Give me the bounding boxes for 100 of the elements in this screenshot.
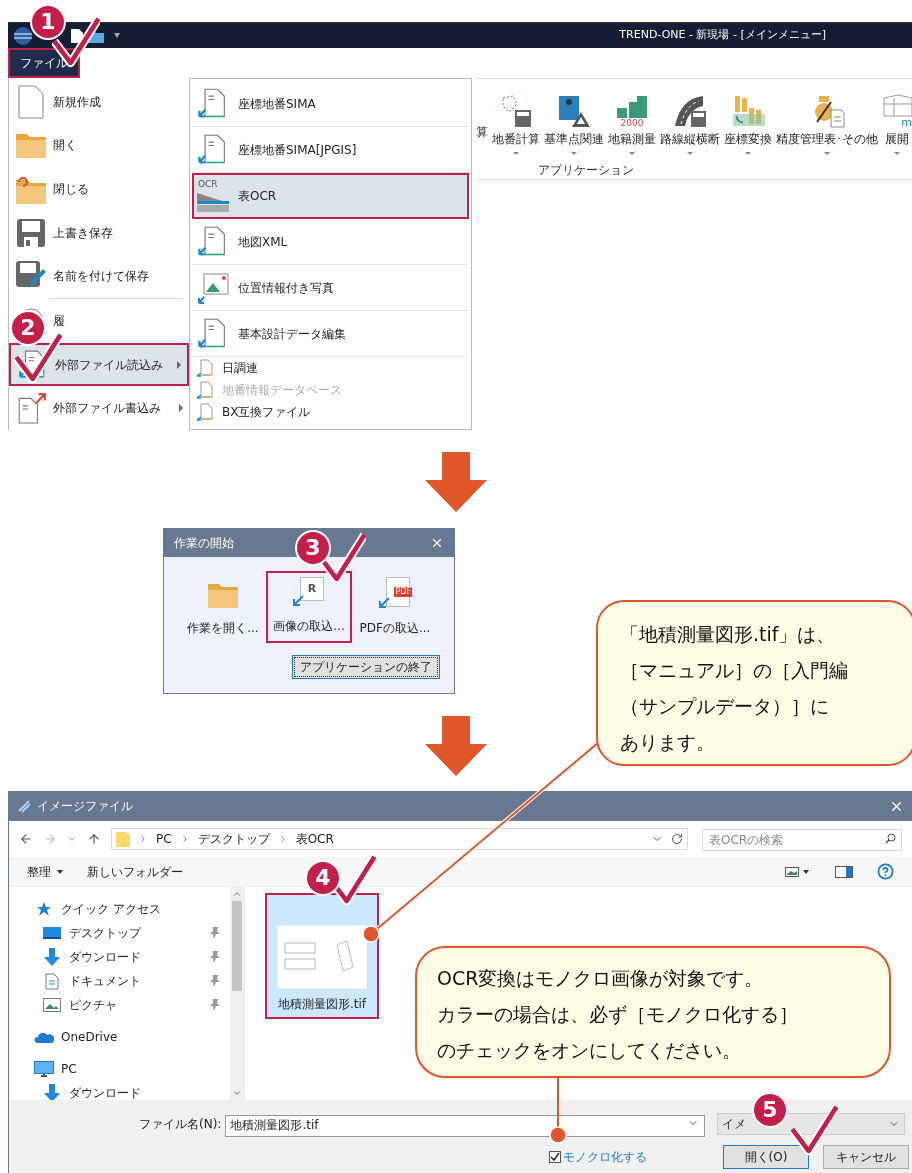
close-icon[interactable] — [430, 536, 444, 550]
tick-icon — [550, 1151, 560, 1162]
folder-icon — [116, 831, 130, 847]
globe-logo-icon — [12, 25, 34, 46]
exit-button[interactable]: アプリケーションの終了 — [292, 655, 440, 679]
cloud-icon — [34, 1031, 54, 1043]
start-option[interactable]: PDF PDFの取込... — [352, 571, 438, 643]
down-arrow-icon — [44, 1084, 60, 1102]
scroll-up-icon[interactable] — [232, 889, 242, 899]
up-arrow-icon[interactable] — [87, 832, 101, 846]
import-document-icon — [196, 381, 214, 399]
photo-location-icon — [196, 270, 230, 305]
nav-item[interactable]: クイック アクセス — [61, 900, 220, 918]
ribbon-button[interactable]: 路線縦横断 — [660, 94, 720, 155]
star-icon — [36, 901, 52, 917]
refresh-icon[interactable] — [671, 833, 683, 845]
organize-button[interactable]: 整理 — [27, 862, 63, 881]
window-title: TREND-ONE - 新現場 - [メインメニュー] — [619, 27, 826, 44]
new-folder-button[interactable]: 新しいフォルダー — [87, 862, 183, 881]
start-option[interactable]: 作業を開く... — [180, 571, 266, 643]
customize-caret-icon[interactable] — [114, 32, 120, 39]
cancel-button[interactable]: キャンセル — [823, 1144, 909, 1169]
road-calculator-icon — [673, 94, 707, 128]
scrollbar[interactable] — [230, 887, 244, 1100]
breadcrumb-item[interactable]: PC — [156, 830, 172, 848]
nav-item[interactable]: デスクトップ — [69, 924, 210, 942]
submenu-item[interactable]: 地図XML — [192, 219, 469, 265]
file-menu-item[interactable]: 新規作成 — [9, 80, 189, 124]
surveyor-instrument-icon — [557, 94, 591, 128]
help-icon[interactable] — [877, 863, 894, 880]
down-arrow-icon — [44, 948, 60, 966]
desktop-icon — [43, 926, 61, 940]
preview-pane-icon[interactable] — [835, 865, 853, 878]
submenu-arrow-icon — [177, 360, 181, 369]
pin-icon — [210, 951, 220, 963]
document-icon — [45, 972, 59, 990]
nav-item[interactable]: OneDrive — [61, 1028, 220, 1046]
coordinate-bars-icon — [731, 94, 765, 128]
open-button[interactable]: 開く(O) — [723, 1144, 809, 1169]
file-menu-item[interactable]: 外部ファイル読込み — [9, 342, 189, 387]
submenu-item[interactable]: BX互換ファイル — [192, 401, 469, 423]
caret-icon — [57, 869, 63, 874]
down-arrow-icon — [425, 716, 487, 776]
filename-field[interactable]: 地積測量図形.tif — [225, 1114, 706, 1137]
ribbon-button[interactable]: 基準点関連 — [544, 94, 604, 155]
submenu-item[interactable]: 日調連 — [192, 357, 469, 379]
leader-line — [548, 1075, 568, 1145]
down-arrow-icon — [425, 452, 487, 512]
pin-icon — [210, 999, 220, 1011]
blank-page-icon — [16, 84, 46, 119]
lot-calculator-icon — [499, 94, 533, 128]
filename-label: ファイル名(N): — [139, 1116, 222, 1134]
mono-checkbox-label[interactable]: モノクロ化する — [563, 1147, 647, 1166]
ribbon-button[interactable]: 座標変換 — [724, 94, 772, 155]
import-document-icon — [196, 403, 214, 421]
dialog-title: イメージファイル — [37, 798, 133, 815]
chevron-down-icon[interactable] — [67, 834, 77, 844]
nav-item[interactable]: PC — [61, 1060, 220, 1078]
check-mark-icon — [318, 532, 366, 584]
nav-item[interactable]: ダウンロード — [69, 1084, 220, 1102]
breadcrumb-item[interactable]: デスクトップ — [197, 830, 270, 848]
file-menu-item[interactable]: 開く — [9, 123, 189, 168]
file-menu-item[interactable]: 外部ファイル書込み — [9, 386, 189, 431]
folder-icon — [206, 581, 239, 609]
submenu-item[interactable]: OCR 表OCR — [192, 173, 469, 219]
address-bar[interactable]: PC デスクトップ 表OCR — [111, 828, 688, 850]
drawing-thumbnail-icon — [277, 925, 367, 989]
submenu-item[interactable]: 位置情報付き写真 — [192, 265, 469, 311]
mono-checkbox[interactable] — [549, 1150, 561, 1163]
file-menu-item[interactable]: 上書き保存 — [9, 210, 189, 255]
ribbon-button[interactable]: 地番計算 — [492, 94, 540, 155]
scroll-down-icon[interactable] — [232, 1088, 242, 1098]
ribbon-button[interactable]: 2000 地籍測量 — [608, 96, 656, 155]
callout-note: OCR変換はモノクロ画像が対象です。 カラーの場合は、必ず［モノクロ化する］ のチェックをオンにしてください。 — [415, 946, 891, 1078]
ribbon-group-label: アプリケーション — [538, 162, 635, 179]
nav-item[interactable]: ピクチャ — [69, 996, 210, 1014]
ribbon-button[interactable]: m 展開 — [882, 94, 912, 155]
ribbon-button[interactable]: 算 — [476, 123, 488, 155]
folder-icon — [15, 131, 47, 160]
file-menu-item[interactable]: 閉じる — [9, 167, 189, 211]
search-icon — [885, 833, 896, 844]
ribbon-button[interactable]: 精度管理表･その他 — [776, 94, 878, 155]
submenu-arrow-icon — [179, 404, 183, 413]
chevron-right-icon — [138, 834, 148, 844]
picture-icon — [43, 998, 61, 1012]
import-document-icon — [196, 359, 214, 377]
nav-item[interactable]: ドキュメント — [69, 972, 210, 990]
step-number-badge: 1 — [30, 4, 66, 40]
nav-item[interactable]: ダウンロード — [69, 948, 210, 966]
file-menu-item[interactable]: 名前を付けて保存 — [9, 254, 189, 299]
start-option[interactable]: R 画像の取込... — [265, 571, 353, 643]
breadcrumb-item[interactable]: 表OCR — [295, 830, 334, 848]
document-icon — [70, 27, 84, 44]
file-thumbnail-item[interactable]: 地積測量図形.tif — [265, 893, 379, 1019]
dialog-title: 作業の開始 — [174, 535, 234, 552]
monitor-icon — [34, 1061, 54, 1077]
view-options-icon[interactable] — [785, 865, 811, 878]
submenu-item[interactable]: 基本設計データ編集 — [192, 311, 469, 357]
submenu-item[interactable]: 座標地番SIMA — [192, 81, 469, 127]
search-field[interactable]: 表OCRの検索 — [702, 829, 902, 851]
